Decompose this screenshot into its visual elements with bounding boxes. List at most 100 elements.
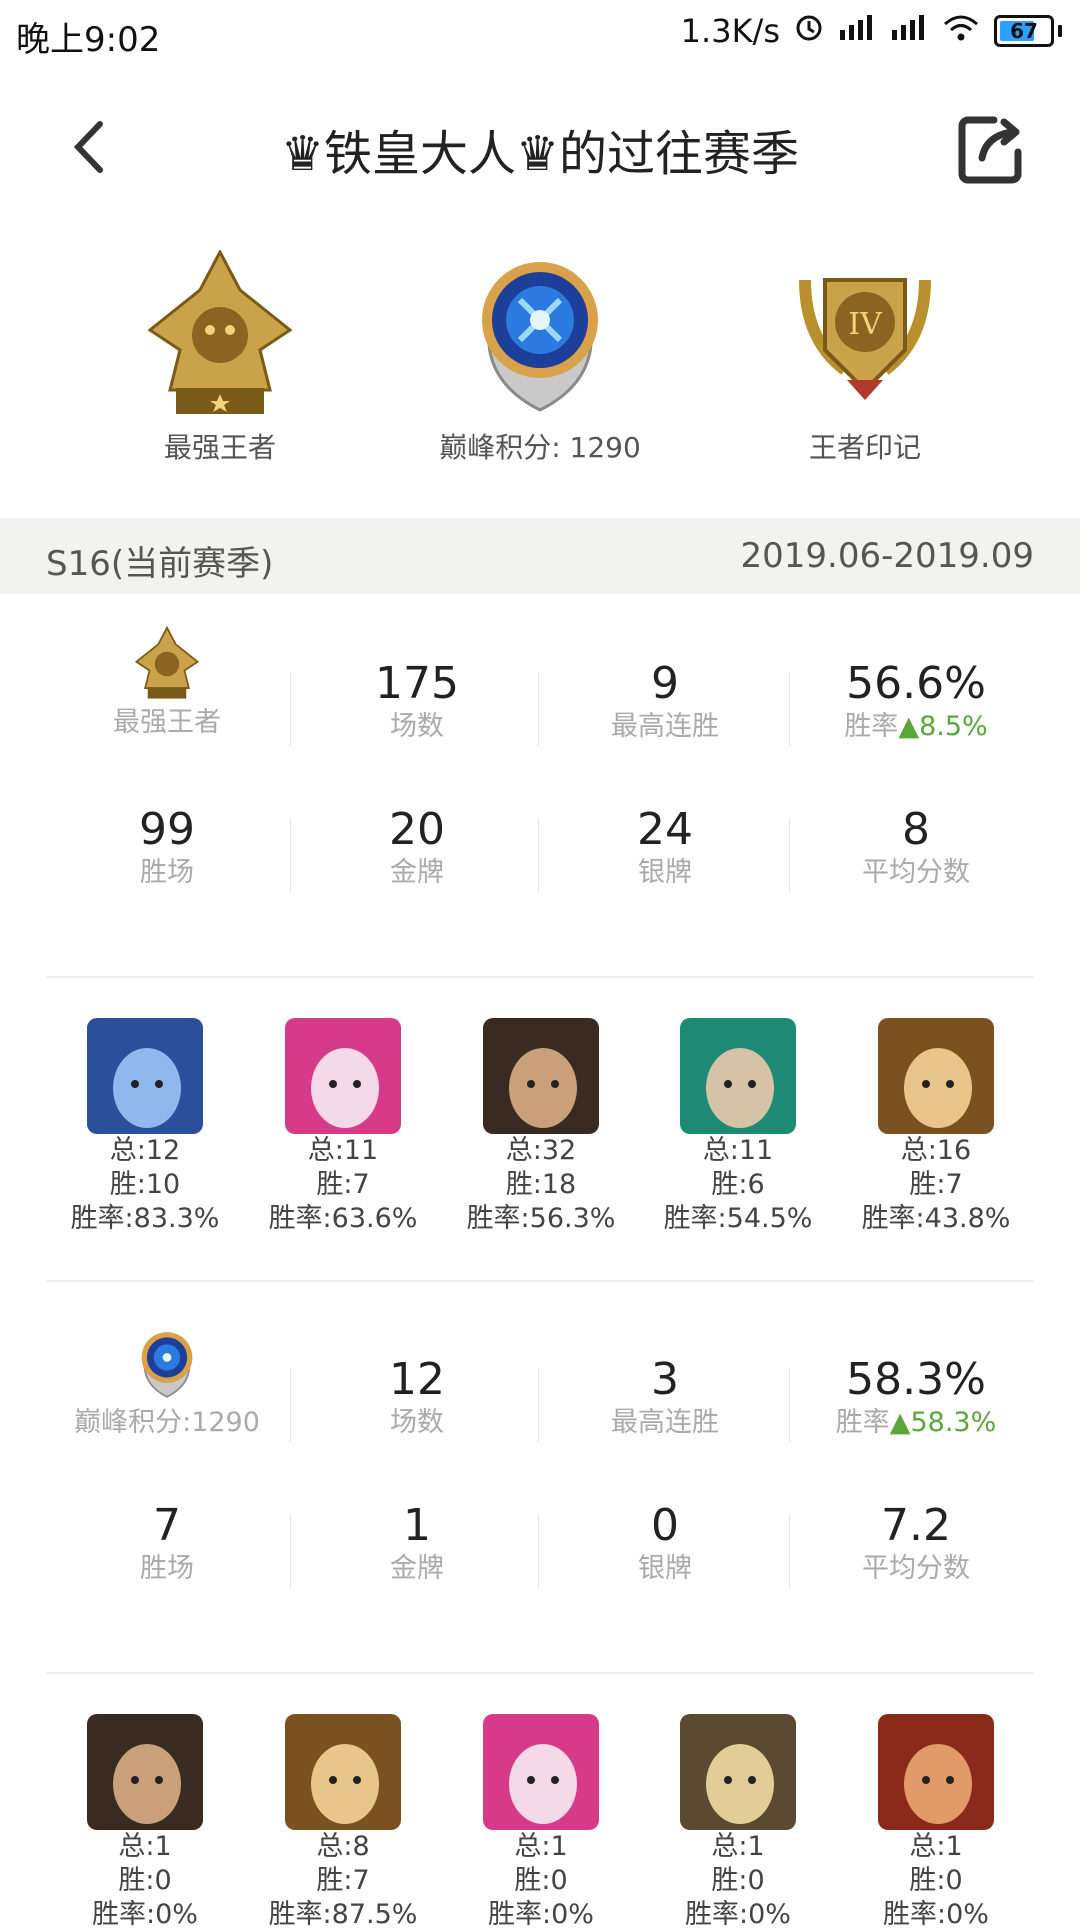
- hero-card[interactable]: 总:1 胜:0 胜率:0%: [45, 1714, 245, 1932]
- share-icon: [958, 116, 1022, 184]
- section-divider: [46, 1280, 1034, 1282]
- peak-orb-icon: [132, 1322, 202, 1406]
- stat-label: 场数: [390, 1407, 444, 1438]
- hero-avatar: [87, 1714, 203, 1830]
- peak-orb-icon: [460, 250, 620, 420]
- rank-cell: 最强王者: [43, 622, 291, 740]
- stat-value: 24: [637, 804, 693, 855]
- section-divider: [46, 976, 1034, 978]
- hero-card[interactable]: 总:1 胜:0 胜率:0%: [638, 1714, 838, 1932]
- king-rank-icon: [140, 248, 300, 420]
- king-mark-iv-icon: IV: [785, 250, 945, 420]
- signal-icon-2: [890, 12, 928, 50]
- stat-label: 胜场: [140, 857, 194, 888]
- divider: [789, 1514, 790, 1588]
- stat-value: 58.3%: [846, 1354, 986, 1405]
- hero-card[interactable]: 总:1 胜:0 胜率:0%: [836, 1714, 1036, 1932]
- stat-win-rate: 56.6% 胜率▲8.5%: [792, 658, 1040, 744]
- battery-icon: 67: [994, 15, 1054, 47]
- hero-wins: 胜:7: [316, 1865, 370, 1896]
- hero-total: 总:1: [118, 1831, 172, 1862]
- stat-wins: 7 胜场: [43, 1500, 291, 1586]
- stat-avg-score: 7.2 平均分数: [792, 1500, 1040, 1586]
- avatar-face: [311, 1744, 379, 1824]
- hero-avatar: [483, 1714, 599, 1830]
- hero-avatar: [680, 1714, 796, 1830]
- avatar-face: [904, 1048, 972, 1128]
- hero-card[interactable]: 总:12 胜:10 胜率:83.3%: [45, 1018, 245, 1236]
- hero-total: 总:11: [307, 1135, 379, 1166]
- stat-value: 7: [153, 1500, 181, 1551]
- hero-card[interactable]: 总:1 胜:0 胜率:0%: [441, 1714, 641, 1932]
- hero-card[interactable]: 总:11 胜:7 胜率:63.6%: [243, 1018, 443, 1236]
- divider: [538, 1368, 539, 1442]
- share-button[interactable]: [956, 112, 1030, 186]
- battery-level: 67: [1010, 19, 1038, 43]
- status-icons: 1.3K/s 67: [681, 12, 1062, 50]
- hero-card[interactable]: 总:16 胜:7 胜率:43.8%: [836, 1018, 1036, 1236]
- section-divider: [46, 1672, 1034, 1674]
- divider: [290, 818, 291, 892]
- stat-max-streak: 9 最高连胜: [541, 658, 789, 744]
- hero-total: 总:1: [909, 1831, 963, 1862]
- hero-avatar: [87, 1018, 203, 1134]
- badge-king: 最强王者: [90, 248, 350, 466]
- hero-wins: 胜:6: [711, 1169, 765, 1200]
- stat-label: 最高连胜: [611, 1407, 719, 1438]
- hero-avatar: [680, 1018, 796, 1134]
- divider: [290, 1368, 291, 1442]
- hero-wins: 胜:18: [505, 1169, 577, 1200]
- stat-label: 金牌: [390, 857, 444, 888]
- hero-win-rate: 胜率:63.6%: [268, 1203, 418, 1234]
- stat-value: 1: [403, 1500, 431, 1551]
- hero-avatar: [285, 1018, 401, 1134]
- stat-label: 金牌: [390, 1553, 444, 1584]
- stat-value: 8: [902, 804, 930, 855]
- stat-label: 平均分数: [862, 1553, 970, 1584]
- alarm-icon: [794, 12, 824, 50]
- badge-peak: 巅峰积分: 1290: [410, 250, 670, 466]
- divider: [290, 672, 291, 746]
- hero-card[interactable]: 总:32 胜:18 胜率:56.3%: [441, 1018, 641, 1236]
- hero-wins: 胜:10: [109, 1169, 181, 1200]
- divider: [538, 1514, 539, 1588]
- battery-tip: [1058, 25, 1062, 37]
- hero-win-rate: 胜率:54.5%: [663, 1203, 813, 1234]
- badge-mark: IV 王者印记: [735, 250, 995, 466]
- avatar-face: [509, 1744, 577, 1824]
- hero-total: 总:11: [702, 1135, 774, 1166]
- avatar-face: [509, 1048, 577, 1128]
- rank-label: 巅峰积分:1290: [74, 1407, 260, 1438]
- stat-gold: 1 金牌: [293, 1500, 541, 1586]
- stat-silver: 24 银牌: [541, 804, 789, 890]
- divider: [290, 1514, 291, 1588]
- divider: [789, 818, 790, 892]
- stat-value: 20: [389, 804, 445, 855]
- win-rate-delta: ▲58.3%: [889, 1407, 997, 1438]
- hero-wins: 胜:0: [711, 1865, 765, 1896]
- stat-gold: 20 金牌: [293, 804, 541, 890]
- hero-card[interactable]: 总:8 胜:7 胜率:87.5%: [243, 1714, 443, 1932]
- hero-win-rate: 胜率:83.3%: [70, 1203, 220, 1234]
- rank-cell: 巅峰积分:1290: [43, 1322, 291, 1440]
- stat-label-row: 胜率▲8.5%: [792, 710, 1040, 744]
- hero-card[interactable]: 总:11 胜:6 胜率:54.5%: [638, 1018, 838, 1236]
- stat-value: 99: [139, 804, 195, 855]
- king-rank-icon: [132, 622, 202, 706]
- hero-win-rate: 胜率:0%: [883, 1899, 989, 1930]
- stat-win-rate: 58.3% 胜率▲58.3%: [792, 1354, 1040, 1440]
- divider: [789, 1368, 790, 1442]
- badge-label: 王者印记: [808, 431, 921, 464]
- hero-wins: 胜:7: [316, 1169, 370, 1200]
- season-header: S16(当前赛季) 2019.06-2019.09: [0, 518, 1080, 594]
- stat-label: 场数: [390, 711, 444, 742]
- hero-avatar: [483, 1018, 599, 1134]
- hero-win-rate: 胜率:56.3%: [466, 1203, 616, 1234]
- hero-win-rate: 胜率:0%: [488, 1899, 594, 1930]
- hero-avatar: [285, 1714, 401, 1830]
- svg-text:IV: IV: [848, 307, 883, 342]
- stat-matches: 12 场数: [293, 1354, 541, 1440]
- stat-label: 胜率: [835, 1407, 890, 1438]
- season-dates: 2019.06-2019.09: [740, 536, 1034, 576]
- divider: [538, 818, 539, 892]
